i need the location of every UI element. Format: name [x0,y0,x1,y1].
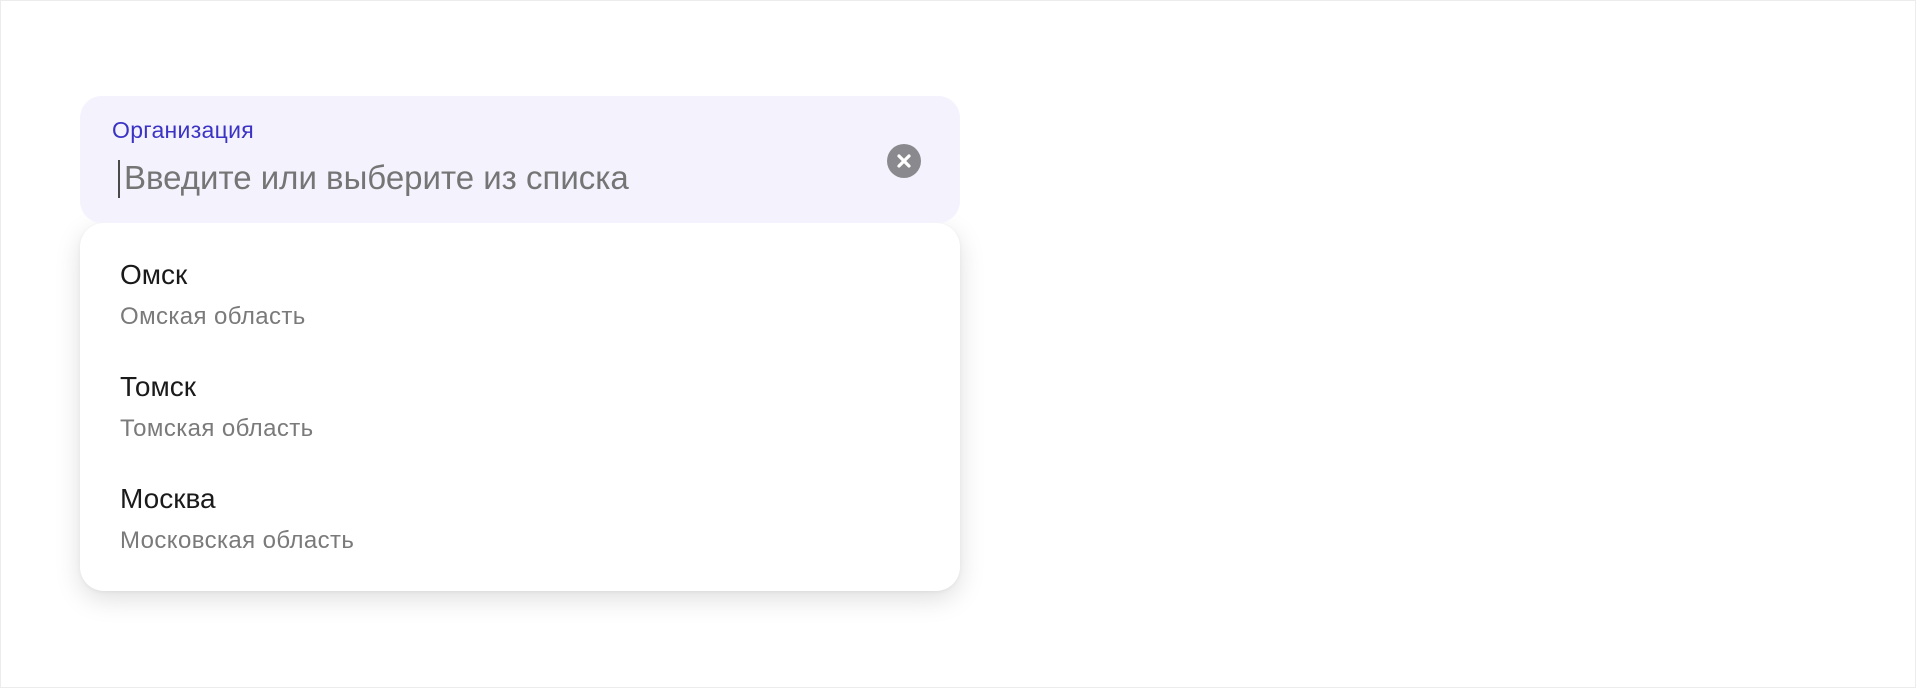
dropdown-option-tomsk[interactable]: Томск Томская область [80,357,960,469]
option-subtitle: Московская область [120,527,355,554]
clear-button[interactable] [887,144,921,178]
organization-combobox: Организация Омск Омская область Томск То… [80,96,960,591]
option-subtitle: Омская область [120,303,306,330]
dropdown-option-omsk[interactable]: Омск Омская область [80,245,960,357]
option-subtitle: Томская область [120,415,314,442]
dropdown-option-moscow[interactable]: Москва Московская область [80,469,960,581]
organization-field-label: Организация [112,117,255,143]
text-caret [118,160,120,198]
organization-field[interactable]: Организация [80,96,960,223]
suggestions-dropdown: Омск Омская область Томск Томская област… [80,223,960,591]
organization-input[interactable] [124,152,844,204]
option-title: Омск [120,259,188,290]
close-circle-icon [897,154,911,168]
option-title: Москва [120,483,216,514]
option-title: Томск [120,371,196,402]
